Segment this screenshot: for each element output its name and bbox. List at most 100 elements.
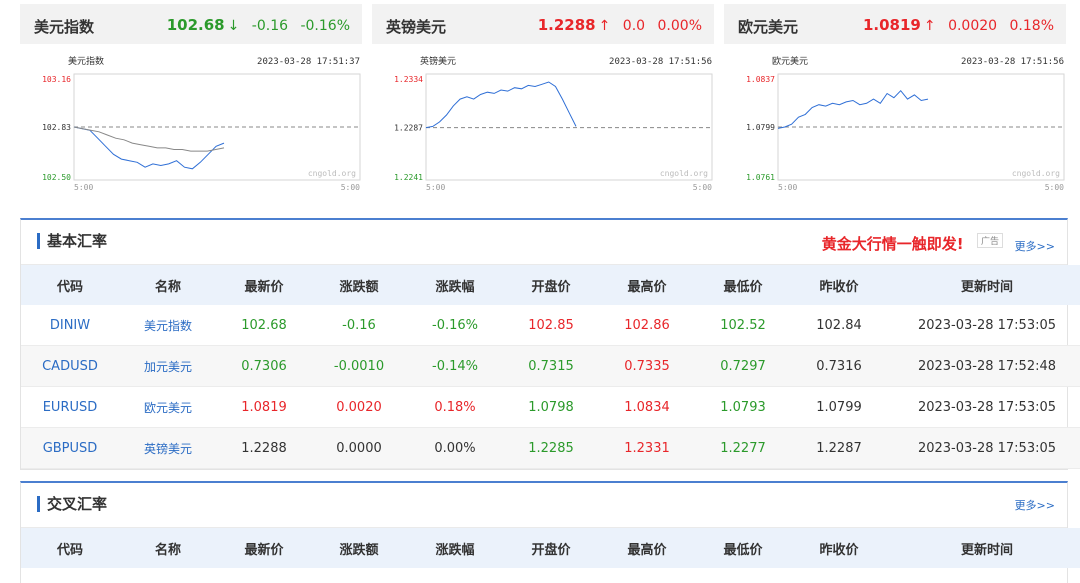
column-header: 昨收价 (791, 528, 887, 568)
mini-chart[interactable]: 英镑美元 2023-03-28 17:51:56 1.2334 1.2287 1.224… (386, 54, 714, 204)
cell-code[interactable]: EURUSD (21, 386, 119, 428)
column-header: 涨跌幅 (407, 528, 503, 568)
table-row[interactable]: DINIW 美元指数 102.68 -0.16 -0.16% 102.85 102.86 10… (21, 305, 1080, 346)
cell-code[interactable]: DINIW (21, 305, 119, 346)
column-header: 涨跌幅 (407, 265, 503, 305)
cross-rates-table: 代码 名称 最新价 涨跌额 涨跌幅 开盘价 最高价 最低价 昨收价 更新时间 (21, 528, 1080, 568)
cell-last: 1.2288 (217, 427, 311, 469)
column-header: 最低价 (695, 528, 791, 568)
cell-low: 1.0793 (695, 386, 791, 428)
cell-high: 102.86 (599, 305, 695, 346)
arrow-up-icon: ↑ (598, 18, 611, 34)
cell-name[interactable]: 加元美元 (119, 345, 217, 387)
arrow-down-icon: ↓ (227, 18, 240, 34)
promo-link[interactable]: 黄金大行情一触即发! (822, 235, 964, 253)
x-tick-label: 5:00 (426, 183, 445, 192)
column-header: 名称 (119, 265, 217, 305)
series-line (73, 126, 225, 152)
line-chart: 欧元美元 2023-03-28 17:51:56 1.0837 1.0799 1.076… (746, 55, 1065, 192)
cell-open: 1.0798 (503, 386, 599, 428)
y-tick-label: 1.2334 (394, 75, 423, 84)
panel-actions: 更多>> (1015, 497, 1055, 513)
cell-last: 1.0819 (217, 386, 311, 428)
table-row[interactable]: CADUSD 加元美元 0.7306 -0.0010 -0.14% 0.7315 0.733… (21, 345, 1080, 387)
quote-card-header: 欧元美元 1.0819 ↑ 0.0020 0.18% (724, 4, 1066, 44)
column-header: 代码 (21, 528, 119, 568)
x-tick-label: 5:00 (341, 183, 360, 192)
quote-card-dxy[interactable]: 美元指数 102.68 ↓ -0.16 -0.16% 美元指数 2023-03-28… (20, 4, 362, 200)
cell-pct: -0.16% (407, 305, 503, 346)
column-header: 昨收价 (791, 265, 887, 305)
card-change: -0.16 (251, 18, 289, 34)
column-header: 最新价 (217, 528, 311, 568)
table-row[interactable]: GBPUSD 英镑美元 1.2288 0.0000 0.00% 1.2285 1.2331 1… (21, 427, 1080, 469)
cell-code[interactable]: GBPUSD (21, 427, 119, 469)
quote-card-header: 美元指数 102.68 ↓ -0.16 -0.16% (20, 4, 362, 44)
card-price: 1.2288 (537, 16, 596, 34)
quote-card-eurusd[interactable]: 欧元美元 1.0819 ↑ 0.0020 0.18% 欧元美元 2023-03-28… (724, 4, 1066, 200)
cell-name[interactable]: 欧元美元 (119, 386, 217, 428)
card-quote: 102.68 ↓ -0.16 -0.16% (167, 16, 350, 34)
y-tick-label: 1.2241 (394, 173, 423, 182)
cell-name[interactable]: 英镑美元 (119, 427, 217, 469)
more-link[interactable]: 更多>> (1015, 240, 1055, 253)
cell-pct: 0.18% (407, 386, 503, 428)
watermark: cngold.org (308, 169, 356, 178)
y-tick-label: 103.16 (42, 75, 71, 84)
table-header-row: 代码 名称 最新价 涨跌额 涨跌幅 开盘价 最高价 最低价 昨收价 更新时间 (21, 265, 1080, 305)
y-tick-label: 1.2287 (394, 124, 423, 133)
card-percent: 0.18% (1009, 18, 1054, 34)
card-price: 1.0819 (862, 16, 921, 34)
y-tick-label: 1.0761 (746, 173, 775, 182)
cell-time: 2023-03-28 17:53:05 (887, 386, 1080, 428)
cell-chg: -0.0010 (311, 345, 407, 387)
cell-pct: 0.00% (407, 427, 503, 469)
cell-open: 1.2285 (503, 427, 599, 469)
card-title[interactable]: 欧元美元 (738, 16, 798, 37)
more-link[interactable]: 更多>> (1015, 499, 1055, 512)
cell-open: 0.7315 (503, 345, 599, 387)
series-line (73, 126, 225, 170)
y-tick-label: 102.83 (42, 123, 71, 132)
column-header: 更新时间 (887, 265, 1080, 305)
chart-timestamp: 2023-03-28 17:51:37 (257, 57, 360, 67)
column-header: 涨跌额 (311, 265, 407, 305)
column-header: 最低价 (695, 265, 791, 305)
table-row[interactable]: EURUSD 欧元美元 1.0819 0.0020 0.18% 1.0798 1.0834 1… (21, 386, 1080, 428)
quote-card-gbpusd[interactable]: 英镑美元 1.2288 ↑ 0.0 0.00% 英镑美元 2023-03-28 17… (372, 4, 714, 200)
card-price: 102.68 (166, 16, 225, 34)
cell-last: 102.68 (217, 305, 311, 346)
cell-name[interactable]: 美元指数 (119, 305, 217, 346)
cell-time: 2023-03-28 17:52:48 (887, 345, 1080, 387)
watermark: cngold.org (1012, 169, 1060, 178)
card-title[interactable]: 美元指数 (34, 16, 94, 37)
mini-chart[interactable]: 美元指数 2023-03-28 17:51:37 103.16 102.83 102.5… (34, 54, 362, 204)
column-header: 开盘价 (503, 528, 599, 568)
table-header-row: 代码 名称 最新价 涨跌额 涨跌幅 开盘价 最高价 最低价 昨收价 更新时间 (21, 528, 1080, 568)
cell-last: 0.7306 (217, 345, 311, 387)
panel-header: 交叉汇率 更多>> (21, 483, 1067, 528)
mini-chart[interactable]: 欧元美元 2023-03-28 17:51:56 1.0837 1.0799 1.076… (738, 54, 1066, 204)
cell-chg: 0.0020 (311, 386, 407, 428)
chart-title: 英镑美元 (420, 55, 456, 67)
panel-title: 基本汇率 (37, 233, 107, 249)
cell-open: 102.85 (503, 305, 599, 346)
y-tick-label: 1.0837 (746, 75, 775, 84)
card-quote: 1.2288 ↑ 0.0 0.00% (538, 16, 702, 34)
cell-chg: 0.0000 (311, 427, 407, 469)
column-header: 最新价 (217, 265, 311, 305)
panel-actions: 黄金大行情一触即发! 广告 更多>> (822, 233, 1055, 255)
arrow-up-icon: ↑ (923, 18, 936, 34)
cell-low: 1.2277 (695, 427, 791, 469)
panel-title: 交叉汇率 (37, 496, 107, 512)
chart-title: 欧元美元 (772, 55, 808, 67)
chart-timestamp: 2023-03-28 17:51:56 (961, 57, 1064, 67)
cell-high: 1.2331 (599, 427, 695, 469)
cell-code[interactable]: CADUSD (21, 345, 119, 387)
card-title[interactable]: 英镑美元 (386, 16, 446, 37)
column-header: 代码 (21, 265, 119, 305)
card-change: 0.0 (622, 18, 646, 34)
line-chart: 美元指数 2023-03-28 17:51:37 103.16 102.83 102.5… (42, 55, 361, 192)
card-quote: 1.0819 ↑ 0.0020 0.18% (863, 16, 1054, 34)
y-tick-label: 102.50 (42, 173, 71, 182)
